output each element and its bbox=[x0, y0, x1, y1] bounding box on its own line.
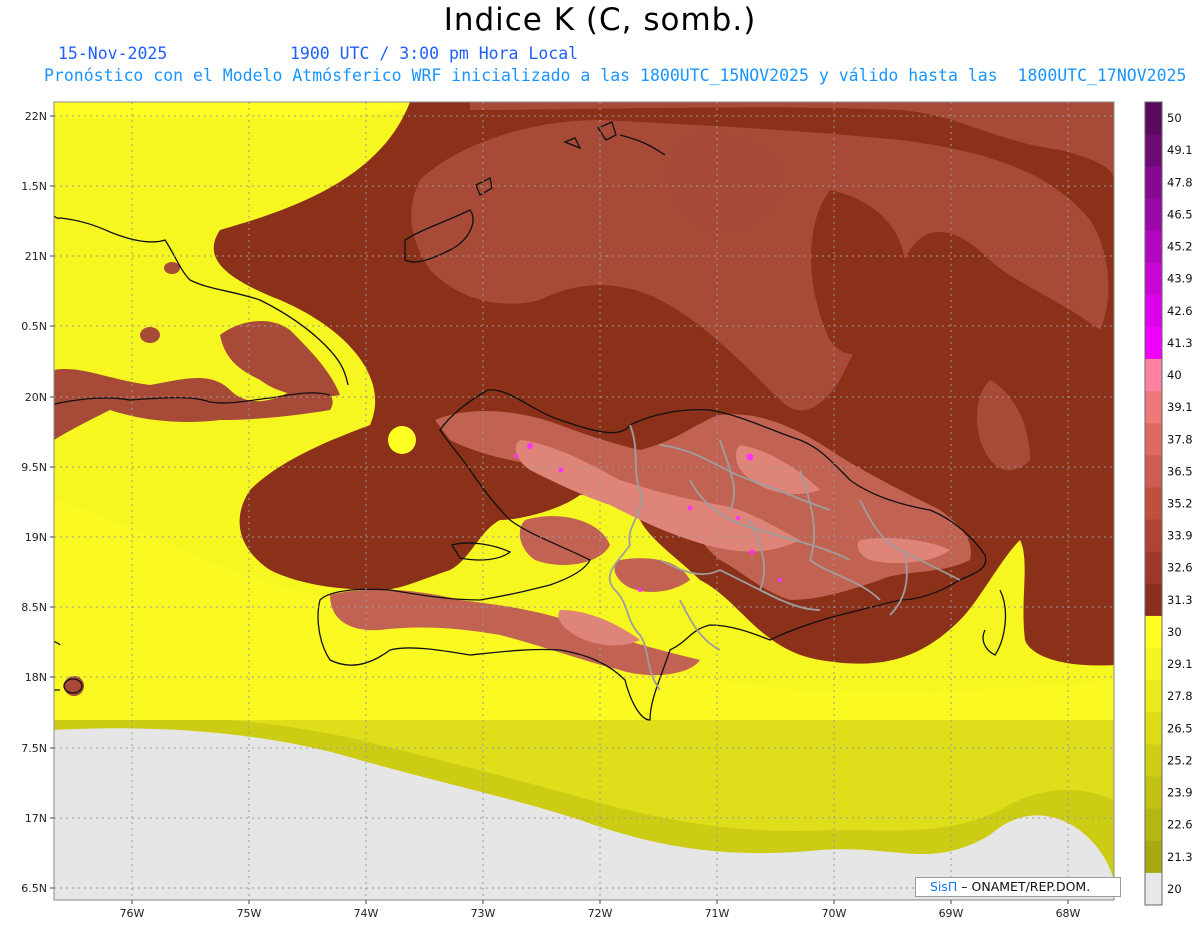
colorbar-label: 23.9 bbox=[1167, 786, 1193, 800]
lon-label: 73W bbox=[471, 907, 496, 920]
credit-box: SisΠ – ONAMET/REP.DOM. bbox=[915, 877, 1121, 897]
lat-label: 8.5N bbox=[21, 601, 47, 614]
colorbar-swatch bbox=[1145, 230, 1162, 264]
colorbar-label: 33.9 bbox=[1167, 529, 1193, 543]
colorbar-label: 47.8 bbox=[1167, 175, 1193, 189]
colorbar-swatch bbox=[1145, 487, 1162, 521]
colorbar-swatch bbox=[1145, 680, 1162, 713]
colorbar-label: 20 bbox=[1167, 882, 1182, 896]
colorbar-label: 49.1 bbox=[1167, 143, 1193, 157]
colorbar-label: 43.9 bbox=[1167, 272, 1193, 286]
lon-label: 68W bbox=[1056, 907, 1081, 920]
colorbar-swatch bbox=[1145, 840, 1162, 874]
colorbar-label: 25.2 bbox=[1167, 753, 1193, 767]
lat-label: 20N bbox=[25, 391, 47, 404]
colorbar-label: 32.6 bbox=[1167, 561, 1193, 575]
colorbar-label: 41.3 bbox=[1167, 336, 1193, 350]
colorbar-swatch bbox=[1145, 198, 1162, 231]
colorbar-label: 50 bbox=[1167, 111, 1182, 125]
colorbar-label: 22.6 bbox=[1167, 818, 1193, 832]
lat-label: 18N bbox=[25, 671, 47, 684]
colorbar-swatch bbox=[1145, 326, 1162, 360]
colorbar-label: 36.5 bbox=[1167, 464, 1193, 478]
colorbar-swatch bbox=[1145, 744, 1162, 778]
lon-label: 74W bbox=[354, 907, 379, 920]
lon-label: 75W bbox=[237, 907, 262, 920]
colorbar-label: 31.3 bbox=[1167, 593, 1193, 607]
colorbar-swatch bbox=[1145, 872, 1162, 906]
colorbar-label: 29.1 bbox=[1167, 657, 1193, 671]
colorbar-swatch bbox=[1145, 519, 1162, 553]
colorbar-swatch bbox=[1145, 294, 1162, 328]
lon-label: 76W bbox=[120, 907, 145, 920]
lat-label: 9.5N bbox=[21, 461, 47, 474]
colorbar-swatch bbox=[1145, 358, 1162, 392]
colorbar-label: 37.8 bbox=[1167, 432, 1193, 446]
colorbar-swatch bbox=[1145, 391, 1162, 424]
lat-label: 0.5N bbox=[21, 320, 47, 333]
colorbar-swatch bbox=[1145, 648, 1162, 681]
lat-label: 6.5N bbox=[21, 882, 47, 895]
colorbar-swatch bbox=[1145, 583, 1162, 617]
colorbar-swatch bbox=[1145, 551, 1162, 585]
colorbar-swatch bbox=[1145, 776, 1162, 810]
map-figure: 22N 1.5N 21N 0.5N 20N 9.5N 19N 8.5N 18N … bbox=[21, 101, 1193, 920]
colorbar-swatch bbox=[1145, 712, 1162, 745]
colorbar-swatch bbox=[1145, 166, 1162, 199]
lon-label: 70W bbox=[822, 907, 847, 920]
colorbar-label: 21.3 bbox=[1167, 850, 1193, 864]
colorbar-swatch bbox=[1145, 134, 1162, 167]
lat-label: 19N bbox=[25, 531, 47, 544]
colorbar-label: 40 bbox=[1167, 368, 1182, 382]
lat-label: 17N bbox=[25, 812, 47, 825]
lat-label: 22N bbox=[25, 110, 47, 123]
colorbar-label: 35.2 bbox=[1167, 497, 1193, 511]
lat-label: 1.5N bbox=[21, 180, 47, 193]
colorbar-swatch bbox=[1145, 102, 1162, 135]
colorbar-label: 26.5 bbox=[1167, 721, 1193, 735]
colorbar-label: 39.1 bbox=[1167, 400, 1193, 414]
colorbar-label: 42.6 bbox=[1167, 304, 1193, 318]
lat-label: 7.5N bbox=[21, 742, 47, 755]
sispi-logo: SisΠ bbox=[930, 879, 958, 894]
colorbar-swatch bbox=[1145, 262, 1162, 296]
colorbar-label: 27.8 bbox=[1167, 689, 1193, 703]
colorbar-swatch bbox=[1145, 423, 1162, 456]
colorbar-swatch bbox=[1145, 615, 1162, 649]
credit-text: – ONAMET/REP.DOM. bbox=[957, 879, 1091, 894]
colorbar-swatch bbox=[1145, 455, 1162, 488]
lon-label: 71W bbox=[705, 907, 730, 920]
lon-label: 69W bbox=[939, 907, 964, 920]
colorbar-label: 45.2 bbox=[1167, 240, 1193, 254]
colorbar-swatch bbox=[1145, 808, 1162, 842]
lon-label: 72W bbox=[588, 907, 613, 920]
colorbar-label: 30 bbox=[1167, 625, 1182, 639]
colorbar: 50 49.1 47.8 46.5 45.2 43.9 42.6 41.3 40 39.1 37.8… bbox=[1144, 101, 1193, 906]
colorbar-label: 46.5 bbox=[1167, 207, 1193, 221]
lat-label: 21N bbox=[25, 250, 47, 263]
